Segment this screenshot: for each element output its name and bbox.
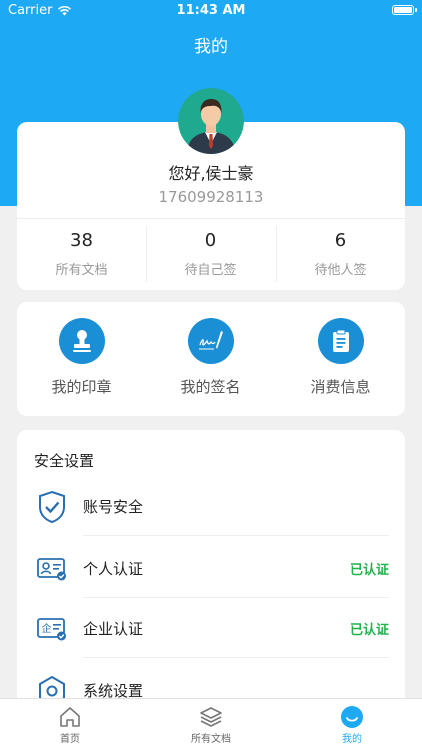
- home-icon: [57, 705, 83, 729]
- divider: [83, 535, 389, 536]
- status-badge: 已认证: [349, 563, 389, 578]
- battery-icon: [392, 5, 417, 15]
- tool-label: 我的签名: [180, 378, 241, 396]
- tab-all-documents[interactable]: 所有文档: [141, 699, 281, 751]
- tab-home[interactable]: 首页: [0, 699, 140, 751]
- consumption-info-button[interactable]: 消费信息: [276, 302, 405, 416]
- row-label: 企业认证: [83, 620, 144, 638]
- my-signature-button[interactable]: 我的签名: [146, 302, 275, 416]
- tab-label: 我的: [342, 734, 362, 745]
- tool-label: 我的印章: [51, 378, 112, 396]
- id-card-icon: [35, 552, 69, 586]
- tab-label: 首页: [60, 734, 80, 745]
- seal-icon: [58, 318, 105, 364]
- tools-card: 我的印章 我的签名 消费信息: [17, 302, 405, 416]
- stat-pending-others[interactable]: 6 待他人签: [276, 218, 405, 290]
- my-seal-button[interactable]: 我的印章: [17, 302, 146, 416]
- signature-icon: [187, 318, 234, 364]
- row-label: 账号安全: [83, 498, 144, 516]
- status-badge: 已认证: [349, 623, 389, 638]
- shield-check-icon: [35, 490, 69, 524]
- stat-label: 所有文档: [55, 263, 108, 278]
- page-title: 我的: [194, 37, 228, 57]
- phone-number: 17609928113: [158, 188, 264, 206]
- tab-bar: 首页 所有文档 我的: [0, 698, 422, 751]
- row-label: 个人认证: [83, 560, 144, 578]
- stat-value: 38: [70, 230, 93, 251]
- status-bar: Carrier 11:43 AM: [0, 0, 422, 22]
- divider: [83, 657, 389, 658]
- clipboard-icon: [317, 318, 364, 364]
- security-settings-card: 安全设置 账号安全 个人认证 已认证 企 企业认证 已认证 系统设置: [17, 430, 405, 720]
- stat-value: 0: [204, 230, 217, 251]
- tab-me[interactable]: 我的: [282, 699, 422, 751]
- enterprise-verification-row[interactable]: 企 企业认证 已认证: [17, 598, 405, 658]
- enterprise-cert-icon: 企: [35, 612, 69, 646]
- stat-label: 待自己签: [184, 263, 237, 278]
- account-security-row[interactable]: 账号安全: [17, 476, 405, 536]
- clock: 11:43 AM: [176, 3, 246, 18]
- tab-label: 所有文档: [191, 734, 231, 745]
- stat-pending-self[interactable]: 0 待自己签: [146, 218, 275, 290]
- stat-all-documents[interactable]: 38 所有文档: [17, 218, 146, 290]
- me-icon: [339, 705, 365, 729]
- stat-label: 待他人签: [314, 263, 367, 278]
- stat-value: 6: [334, 230, 347, 251]
- layers-icon: [198, 705, 224, 729]
- svg-text:企: 企: [42, 622, 52, 635]
- avatar[interactable]: [178, 88, 244, 154]
- section-title: 安全设置: [34, 452, 95, 470]
- personal-verification-row[interactable]: 个人认证 已认证: [17, 538, 405, 598]
- greeting-text: 您好,侯士豪: [168, 164, 254, 183]
- tool-label: 消费信息: [310, 378, 371, 396]
